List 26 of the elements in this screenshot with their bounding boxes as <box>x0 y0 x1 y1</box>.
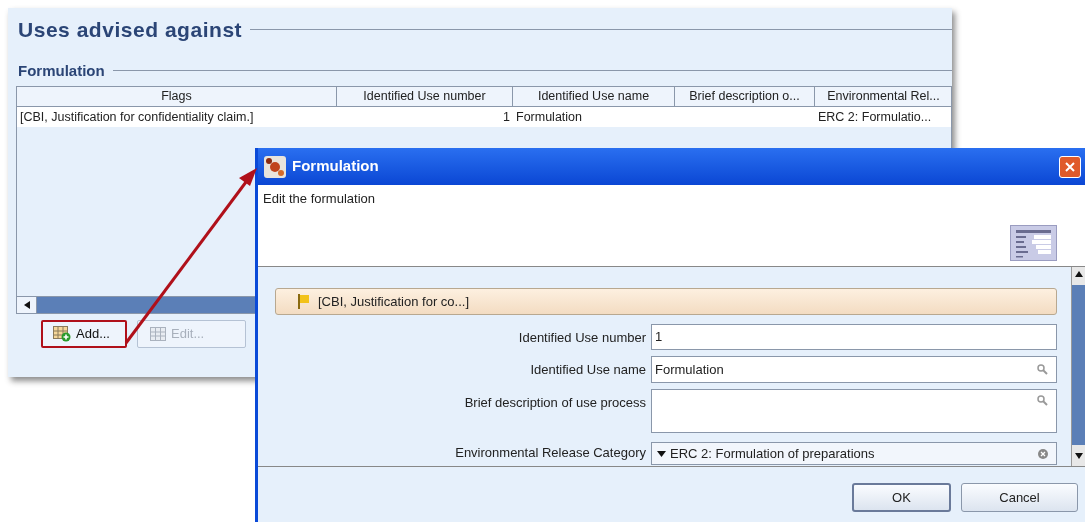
dropdown-field[interactable]: ERC 2: Formulation of preparations <box>651 442 1057 465</box>
section-title: Formulation <box>18 60 105 81</box>
dialog-title: Formulation <box>292 156 380 177</box>
button[interactable]: Add... <box>41 320 127 348</box>
column-header[interactable]: Environmental Rel... <box>815 87 951 106</box>
table-cell-text: Formulation <box>515 109 583 126</box>
flags-bar[interactable]: [CBI, Justification for co...] <box>275 288 1057 315</box>
flags-text: [CBI, Justification for co...] <box>318 292 469 311</box>
column-header[interactable]: Identified Use name <box>513 87 675 106</box>
field-label: Environmental Release Category <box>454 444 646 462</box>
dialog-description: Edit the formulation <box>263 190 375 208</box>
button: Edit... <box>137 320 246 348</box>
column-header[interactable]: Brief description o... <box>675 87 815 106</box>
button[interactable]: OK <box>852 483 951 512</box>
table-cell-text: 1 <box>502 109 511 126</box>
column-header[interactable]: Identified Use number <box>337 87 513 106</box>
field-label: Identified Use name <box>529 361 646 379</box>
button[interactable]: Cancel <box>961 483 1078 512</box>
column-header[interactable]: Flags <box>17 87 337 106</box>
panel-title: Uses advised against <box>18 17 243 43</box>
table-cell-text: [CBI, Justification for confidentiality claim.] <box>19 109 255 126</box>
input-field[interactable]: 1 <box>651 324 1057 350</box>
field-label: Identified Use number <box>517 329 646 347</box>
table-cell-text: ERC 2: Formulatio... <box>817 109 933 126</box>
field-label: Brief description of use process <box>463 394 646 412</box>
input-field[interactable]: Formulation <box>651 356 1057 383</box>
